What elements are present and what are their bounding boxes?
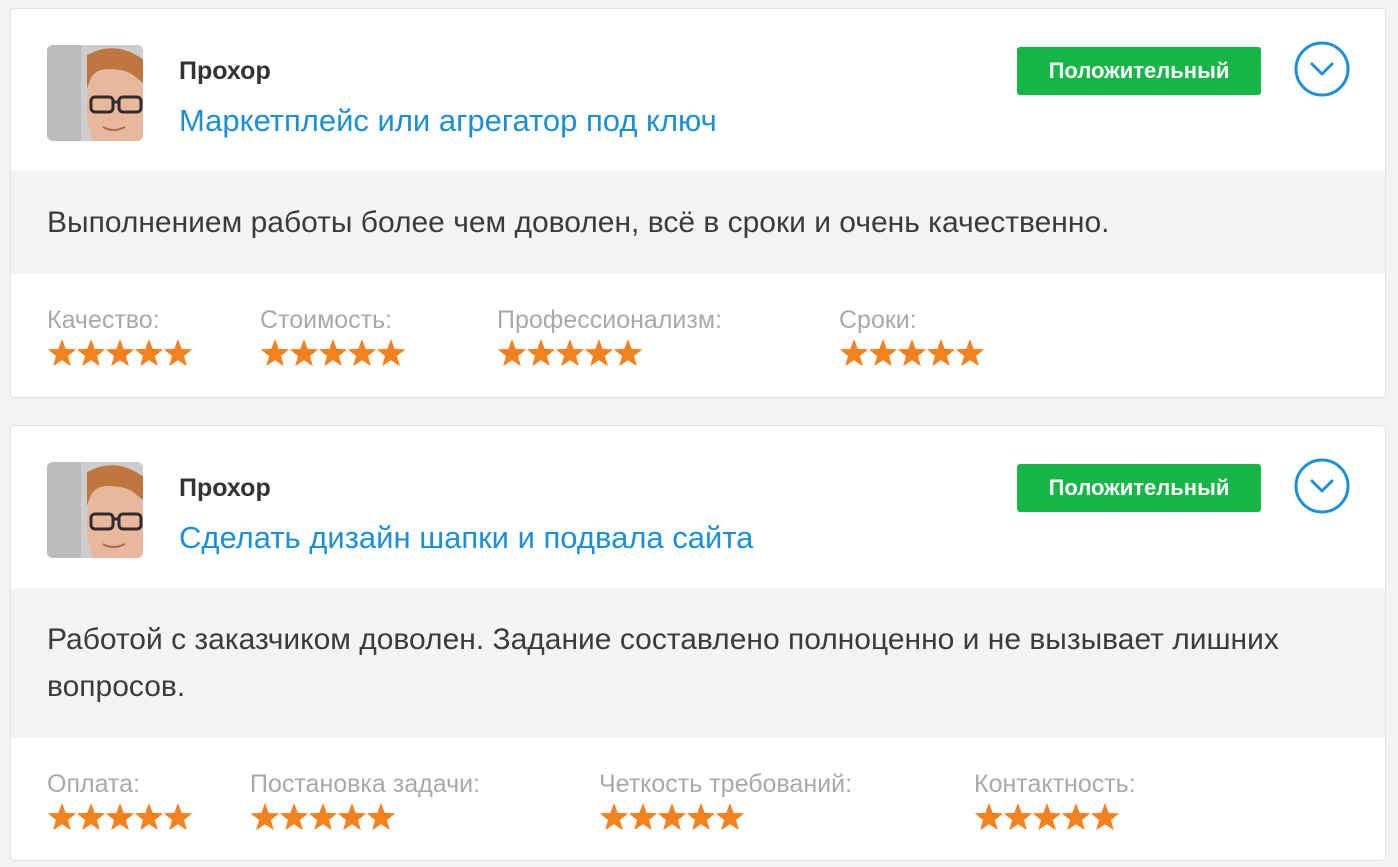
project-link[interactable]: Сделать дизайн шапки и подвала сайта xyxy=(179,520,753,556)
star-icon xyxy=(584,339,614,367)
avatar[interactable] xyxy=(47,462,143,558)
star-icon xyxy=(105,803,135,831)
star-icon xyxy=(308,803,338,831)
star-icon xyxy=(526,339,556,367)
star-icon xyxy=(76,803,106,831)
star-icon xyxy=(163,803,193,831)
star-icon xyxy=(926,339,956,367)
star-icon xyxy=(839,339,869,367)
rating-item: Четкость требований: xyxy=(599,770,852,837)
avatar[interactable] xyxy=(47,45,143,141)
review-status-badge: Положительный xyxy=(1017,47,1261,95)
rating-item: Профессионализм: xyxy=(497,306,722,373)
review-author: Прохор xyxy=(179,57,271,85)
star-icon xyxy=(163,339,193,367)
rating-label: Сроки: xyxy=(839,306,917,334)
rating-item: Постановка задачи: xyxy=(250,770,480,837)
star-icon xyxy=(76,339,106,367)
star-icon xyxy=(974,803,1004,831)
star-icon xyxy=(289,339,319,367)
star-rating xyxy=(974,801,1136,837)
rating-item: Контактность: xyxy=(974,770,1136,837)
star-rating xyxy=(599,801,852,837)
rating-item: Стоимость: xyxy=(260,306,410,373)
star-icon xyxy=(347,339,377,367)
star-icon xyxy=(555,339,585,367)
rating-label: Постановка задачи: xyxy=(250,770,481,798)
star-icon xyxy=(657,803,687,831)
star-rating xyxy=(497,337,722,373)
rating-item: Качество: xyxy=(47,306,197,373)
star-icon xyxy=(599,803,629,831)
chevron-down-circle-icon[interactable] xyxy=(1293,40,1351,98)
star-rating xyxy=(47,337,197,373)
star-icon xyxy=(337,803,367,831)
star-icon xyxy=(47,803,77,831)
star-rating xyxy=(839,337,989,373)
review-text: Работой с заказчиком доволен. Задание со… xyxy=(11,588,1385,738)
review-author: Прохор xyxy=(179,474,271,502)
review-status-badge: Положительный xyxy=(1017,464,1261,512)
star-icon xyxy=(1003,803,1033,831)
rating-label: Контактность: xyxy=(974,770,1136,798)
star-icon xyxy=(260,339,290,367)
rating-label: Стоимость: xyxy=(260,306,393,334)
star-icon xyxy=(366,803,396,831)
star-rating xyxy=(47,801,197,837)
star-rating xyxy=(250,801,480,837)
star-icon xyxy=(134,339,164,367)
star-icon xyxy=(105,339,135,367)
star-icon xyxy=(897,339,927,367)
review-card: Прохор Маркетплейс или агрегатор под клю… xyxy=(10,8,1386,398)
star-icon xyxy=(686,803,716,831)
star-icon xyxy=(1090,803,1120,831)
star-icon xyxy=(279,803,309,831)
rating-label: Четкость требований: xyxy=(599,770,853,798)
ratings-row: Качество: Стоимость: Профессионализм: Ср… xyxy=(11,274,1385,397)
review-header: Прохор Маркетплейс или агрегатор под клю… xyxy=(11,9,1385,171)
review-card: Прохор Сделать дизайн шапки и подвала са… xyxy=(10,425,1386,861)
star-icon xyxy=(250,803,280,831)
rating-label: Профессионализм: xyxy=(497,306,722,334)
star-icon xyxy=(613,339,643,367)
star-rating xyxy=(260,337,410,373)
star-icon xyxy=(134,803,164,831)
star-icon xyxy=(1061,803,1091,831)
star-icon xyxy=(955,339,985,367)
star-icon xyxy=(868,339,898,367)
star-icon xyxy=(715,803,745,831)
star-icon xyxy=(376,339,406,367)
project-link[interactable]: Маркетплейс или агрегатор под ключ xyxy=(179,103,717,139)
star-icon xyxy=(1032,803,1062,831)
rating-item: Сроки: xyxy=(839,306,989,373)
star-icon xyxy=(318,339,348,367)
rating-item: Оплата: xyxy=(47,770,197,837)
rating-label: Качество: xyxy=(47,306,160,334)
review-text: Выполнением работы более чем доволен, вс… xyxy=(11,171,1385,274)
star-icon xyxy=(47,339,77,367)
star-icon xyxy=(497,339,527,367)
chevron-down-circle-icon[interactable] xyxy=(1293,457,1351,515)
reviews-list: Прохор Маркетплейс или агрегатор под клю… xyxy=(0,0,1398,867)
review-header: Прохор Сделать дизайн шапки и подвала са… xyxy=(11,426,1385,588)
ratings-row: Оплата: Постановка задачи: Четкость треб… xyxy=(11,738,1385,860)
rating-label: Оплата: xyxy=(47,770,140,798)
star-icon xyxy=(628,803,658,831)
